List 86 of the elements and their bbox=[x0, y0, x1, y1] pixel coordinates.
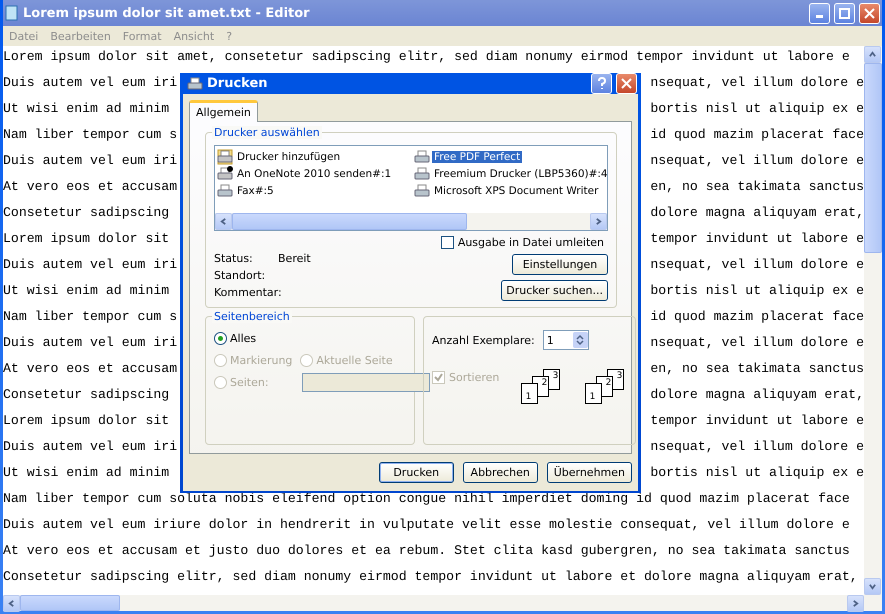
printer-item[interactable]: Drucker hinzufügen bbox=[217, 148, 414, 165]
dialog-button[interactable]: Abbrechen bbox=[462, 462, 538, 483]
text-line: Ut wisi enim ad minim bbox=[3, 282, 170, 300]
text-line: Duis autem vel eum iri bbox=[3, 438, 178, 456]
text-line: tempor invidunt ut labore e bbox=[650, 412, 864, 430]
text-line: bortis nisl ut aliquip ex e bbox=[650, 464, 864, 482]
text-line: At vero eos et accusam bbox=[3, 178, 178, 196]
text-line: At vero eos et accusam et justo duo dolores et ea rebum. Stet clita kasd gubergren, no sea takimata sanctus bbox=[3, 542, 850, 560]
info-label: Standort: bbox=[214, 269, 266, 282]
text-line: Duis autem vel eum iri bbox=[3, 74, 178, 92]
text-line: Nam liber tempor cum s bbox=[3, 308, 178, 326]
radio-option[interactable]: Alles bbox=[214, 332, 256, 344]
text-line: nsequat, vel illum dolore e bbox=[650, 334, 864, 352]
copies-label: Anzahl Exemplare: bbox=[432, 334, 535, 346]
help-button[interactable] bbox=[591, 73, 612, 94]
help-icon bbox=[596, 77, 606, 90]
close-icon bbox=[864, 8, 875, 18]
collate-pages-drawing: 1 2 3 bbox=[521, 365, 564, 401]
text-line: id quod mazim placerat face bbox=[650, 308, 864, 326]
printer-icon bbox=[217, 182, 233, 198]
text-line: Duis autem vel eum iri bbox=[3, 334, 178, 352]
group-title: Drucker auswählen bbox=[212, 126, 322, 139]
text-line: bortis nisl ut aliquip ex e bbox=[650, 100, 864, 118]
close-button[interactable] bbox=[616, 73, 637, 94]
dialog-button[interactable]: Einstellungen bbox=[512, 254, 608, 275]
printer-icon bbox=[217, 166, 233, 182]
text-line: nsequat, vel illum dolore e bbox=[650, 74, 864, 92]
printer-item[interactable]: Microsoft XPS Document Writer bbox=[414, 182, 610, 199]
notepad-icon bbox=[5, 5, 19, 21]
info-label: Status: bbox=[214, 252, 254, 265]
text-line: Duis autem vel eum iri bbox=[3, 152, 178, 170]
text-line: en, no sea takimata sanctus bbox=[650, 360, 864, 378]
dialog-button[interactable]: Drucken bbox=[378, 462, 454, 483]
minimize-icon bbox=[816, 14, 823, 18]
maximize-icon bbox=[839, 8, 850, 18]
text-line: Lorem ipsum dolor sit bbox=[3, 412, 170, 430]
text-line: id quod mazim placerat face bbox=[650, 126, 864, 144]
minimize-button[interactable] bbox=[809, 2, 830, 24]
dialog-button[interactable]: Drucker suchen... bbox=[501, 280, 608, 301]
text-line: Duis autem vel eum iriure dolor in hendrerit in vulputate velit esse molestie consequat, vel illum dolore e bbox=[3, 516, 850, 534]
text-line: Consetetur sadipscing bbox=[3, 386, 170, 404]
text-line: dolore magna aliquyam erat, bbox=[650, 386, 864, 404]
text-line: tempor invidunt ut labore e bbox=[650, 230, 864, 248]
printer-icon bbox=[414, 148, 430, 164]
text-line: Nam liber tempor cum soluta nobis eleifend option congue nihil imperdiet doming id quod mazim placerat face bbox=[3, 490, 850, 508]
copies-spinner[interactable]: 1 bbox=[542, 330, 589, 350]
vertical-scrollbar[interactable] bbox=[864, 46, 882, 595]
printer-item[interactable]: Free PDF Perfect bbox=[414, 148, 610, 165]
text-line: Lorem ipsum dolor sit bbox=[3, 230, 170, 248]
text-line: en, no sea takimata sanctus bbox=[650, 178, 864, 196]
horizontal-scrollbar[interactable] bbox=[3, 595, 882, 611]
text-line: Ut wisi enim ad minim bbox=[3, 464, 170, 482]
collate-pages-drawing: 1 2 3 bbox=[585, 365, 628, 401]
printer-item[interactable]: An OneNote 2010 senden#:1 bbox=[217, 165, 414, 182]
text-line: Consetetur sadipscing elitr, sed diam nonumy eirmod tempor invidunt ut labore et dolore magna aliquyam erat, bbox=[3, 568, 858, 586]
printer-icon bbox=[414, 166, 430, 182]
text-line: Lorem ipsum dolor sit amet, consetetur sadipscing elitr, sed diam nonumy eirmod tempor invidunt ut labore e bbox=[3, 48, 850, 66]
list-scrollbar[interactable] bbox=[215, 213, 607, 230]
printer-item[interactable]: Freemium Drucker (LBP5360)#:4 bbox=[414, 165, 610, 182]
close-icon bbox=[621, 78, 632, 89]
text-line: Duis autem vel eum iri bbox=[3, 256, 178, 274]
text-line: bortis nisl ut aliquip ex e bbox=[650, 282, 864, 300]
group-title: Seitenbereich bbox=[212, 310, 292, 323]
text-line: Consetetur sadipscing bbox=[3, 204, 170, 222]
printer-list[interactable]: Drucker hinzufügen An OneNote 2010 senden#:1 Fax#:5 Free PDF Perfect Freemium Drucker (LBP5360)#:4 Microsoft XPS Document Writer bbox=[214, 145, 608, 231]
close-button[interactable] bbox=[859, 2, 880, 24]
printer-icon bbox=[414, 182, 430, 198]
text-line: At vero eos et accusam bbox=[3, 360, 178, 378]
text-line: dolore magna aliquyam erat, bbox=[650, 204, 864, 222]
window-title: Lorem ipsum dolor sit amet.txt - Editor bbox=[23, 6, 311, 20]
text-line: nsequat, vel illum dolore e bbox=[650, 438, 864, 456]
text-line: Nam liber tempor cum s bbox=[3, 126, 178, 144]
check-icon bbox=[434, 373, 443, 382]
maximize-button[interactable] bbox=[834, 2, 855, 24]
printer-item[interactable]: Fax#:5 bbox=[217, 182, 414, 199]
printer-icon bbox=[187, 76, 203, 92]
text-line: Ut wisi enim ad minim bbox=[3, 100, 170, 118]
text-line: nsequat, vel illum dolore e bbox=[650, 152, 864, 170]
checkbox[interactable]: Ausgabe in Datei umleiten bbox=[440, 236, 604, 249]
dialog-title: Drucken bbox=[207, 76, 269, 91]
add-printer-icon bbox=[217, 148, 233, 164]
tab[interactable]: Allgemein bbox=[189, 100, 258, 122]
dialog-button[interactable]: Übernehmen bbox=[546, 462, 632, 483]
info-label: Kommentar: bbox=[214, 286, 278, 299]
text-line: nsequat, vel illum dolore e bbox=[650, 256, 864, 274]
info-value: Bereit bbox=[278, 252, 311, 265]
